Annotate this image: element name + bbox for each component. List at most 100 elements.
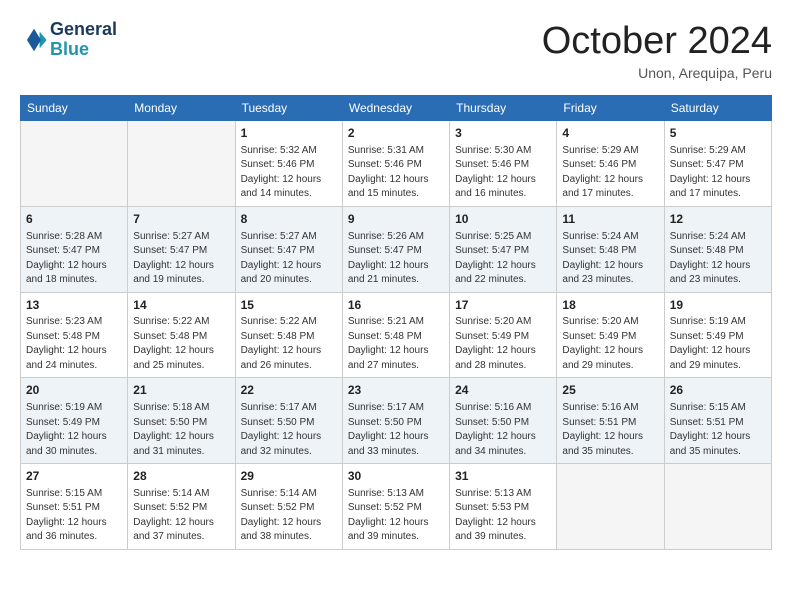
calendar-cell: 16Sunrise: 5:21 AMSunset: 5:48 PMDayligh… <box>342 292 449 378</box>
day-info: Sunrise: 5:26 AMSunset: 5:47 PMDaylight:… <box>348 230 444 288</box>
day-info: Sunrise: 5:28 AMSunset: 5:47 PMDaylight:… <box>26 230 122 288</box>
header-sunday: Sunday <box>21 96 128 121</box>
calendar-cell: 14Sunrise: 5:22 AMSunset: 5:48 PMDayligh… <box>128 292 235 378</box>
day-number: 9 <box>348 211 444 228</box>
day-number: 22 <box>241 382 337 399</box>
calendar-week-row: 13Sunrise: 5:23 AMSunset: 5:48 PMDayligh… <box>21 292 772 378</box>
month-title: October 2024 <box>542 20 772 63</box>
day-number: 17 <box>455 297 551 314</box>
day-number: 16 <box>348 297 444 314</box>
calendar-cell: 7 Sunrise: 5:27 AMSunset: 5:47 PMDaylight… <box>128 206 235 292</box>
calendar-cell: 28 Sunrise: 5:14 AMSunset: 5:52 PMDayligh… <box>128 464 235 550</box>
day-info: Sunrise: 5:20 AMSunset: 5:49 PMDaylight:… <box>455 315 551 373</box>
day-number: 6 <box>26 211 122 228</box>
header-tuesday: Tuesday <box>235 96 342 121</box>
header-monday: Monday <box>128 96 235 121</box>
calendar-cell <box>557 464 664 550</box>
day-number: 20 <box>26 382 122 399</box>
day-number: 5 <box>670 125 766 142</box>
calendar-cell: 18Sunrise: 5:20 AMSunset: 5:49 PMDayligh… <box>557 292 664 378</box>
day-info: Sunrise: 5:24 AMSunset: 5:48 PMDaylight:… <box>670 230 766 288</box>
calendar-cell: 4 Sunrise: 5:29 AMSunset: 5:46 PMDaylight… <box>557 121 664 207</box>
day-info: Sunrise: 5:15 AMSunset: 5:51 PMDaylight:… <box>670 401 766 459</box>
calendar-cell: 27 Sunrise: 5:15 AMSunset: 5:51 PMDayligh… <box>21 464 128 550</box>
day-info: Sunrise: 5:14 AMSunset: 5:52 PMDaylight:… <box>133 487 229 545</box>
day-info: Sunrise: 5:14 AMSunset: 5:52 PMDaylight:… <box>241 487 337 545</box>
day-number: 31 <box>455 468 551 485</box>
calendar-cell: 20 Sunrise: 5:19 AMSunset: 5:49 PMDayligh… <box>21 378 128 464</box>
calendar-cell: 12Sunrise: 5:24 AMSunset: 5:48 PMDayligh… <box>664 206 771 292</box>
calendar-week-row: 6 Sunrise: 5:28 AMSunset: 5:47 PMDaylight… <box>21 206 772 292</box>
day-number: 4 <box>562 125 658 142</box>
day-info: Sunrise: 5:23 AMSunset: 5:48 PMDaylight:… <box>26 315 122 373</box>
day-number: 23 <box>348 382 444 399</box>
day-info: Sunrise: 5:17 AMSunset: 5:50 PMDaylight:… <box>241 401 337 459</box>
logo-blue: Blue <box>50 40 117 60</box>
day-number: 25 <box>562 382 658 399</box>
calendar-cell: 6 Sunrise: 5:28 AMSunset: 5:47 PMDaylight… <box>21 206 128 292</box>
calendar-cell: 8 Sunrise: 5:27 AMSunset: 5:47 PMDaylight… <box>235 206 342 292</box>
calendar-cell: 15Sunrise: 5:22 AMSunset: 5:48 PMDayligh… <box>235 292 342 378</box>
calendar-cell: 22 Sunrise: 5:17 AMSunset: 5:50 PMDayligh… <box>235 378 342 464</box>
logo-general: General <box>50 20 117 40</box>
calendar-page: General Blue October 2024 Unon, Arequipa… <box>0 0 792 560</box>
calendar-header-row: Sunday Monday Tuesday Wednesday Thursday… <box>21 96 772 121</box>
calendar-cell: 10Sunrise: 5:25 AMSunset: 5:47 PMDayligh… <box>450 206 557 292</box>
day-info: Sunrise: 5:20 AMSunset: 5:49 PMDaylight:… <box>562 315 658 373</box>
header: General Blue October 2024 Unon, Arequipa… <box>20 20 772 81</box>
calendar-table: Sunday Monday Tuesday Wednesday Thursday… <box>20 95 772 550</box>
day-number: 18 <box>562 297 658 314</box>
day-number: 8 <box>241 211 337 228</box>
day-info: Sunrise: 5:16 AMSunset: 5:50 PMDaylight:… <box>455 401 551 459</box>
day-number: 10 <box>455 211 551 228</box>
calendar-cell: 26 Sunrise: 5:15 AMSunset: 5:51 PMDayligh… <box>664 378 771 464</box>
day-number: 19 <box>670 297 766 314</box>
day-info: Sunrise: 5:18 AMSunset: 5:50 PMDaylight:… <box>133 401 229 459</box>
calendar-cell: 5 Sunrise: 5:29 AMSunset: 5:47 PMDaylight… <box>664 121 771 207</box>
calendar-cell: 11 Sunrise: 5:24 AMSunset: 5:48 PMDayligh… <box>557 206 664 292</box>
day-number: 13 <box>26 297 122 314</box>
calendar-cell: 21 Sunrise: 5:18 AMSunset: 5:50 PMDayligh… <box>128 378 235 464</box>
day-number: 1 <box>241 125 337 142</box>
day-info: Sunrise: 5:19 AMSunset: 5:49 PMDaylight:… <box>26 401 122 459</box>
day-number: 28 <box>133 468 229 485</box>
day-number: 11 <box>562 211 658 228</box>
calendar-cell: 30Sunrise: 5:13 AMSunset: 5:52 PMDayligh… <box>342 464 449 550</box>
calendar-cell <box>664 464 771 550</box>
day-info: Sunrise: 5:17 AMSunset: 5:50 PMDaylight:… <box>348 401 444 459</box>
day-info: Sunrise: 5:13 AMSunset: 5:53 PMDaylight:… <box>455 487 551 545</box>
calendar-cell: 3Sunrise: 5:30 AMSunset: 5:46 PMDaylight… <box>450 121 557 207</box>
day-info: Sunrise: 5:19 AMSunset: 5:49 PMDaylight:… <box>670 315 766 373</box>
day-info: Sunrise: 5:21 AMSunset: 5:48 PMDaylight:… <box>348 315 444 373</box>
day-number: 30 <box>348 468 444 485</box>
calendar-cell: 9 Sunrise: 5:26 AMSunset: 5:47 PMDaylight… <box>342 206 449 292</box>
day-number: 7 <box>133 211 229 228</box>
day-info: Sunrise: 5:27 AMSunset: 5:47 PMDaylight:… <box>241 230 337 288</box>
day-info: Sunrise: 5:31 AMSunset: 5:46 PMDaylight:… <box>348 144 444 202</box>
day-number: 14 <box>133 297 229 314</box>
title-block: October 2024 Unon, Arequipa, Peru <box>542 20 772 81</box>
day-number: 29 <box>241 468 337 485</box>
header-thursday: Thursday <box>450 96 557 121</box>
day-number: 26 <box>670 382 766 399</box>
calendar-cell: 31 Sunrise: 5:13 AMSunset: 5:53 PMDayligh… <box>450 464 557 550</box>
calendar-cell: 17Sunrise: 5:20 AMSunset: 5:49 PMDayligh… <box>450 292 557 378</box>
calendar-week-row: 1Sunrise: 5:32 AMSunset: 5:46 PMDaylight… <box>21 121 772 207</box>
calendar-cell: 2 Sunrise: 5:31 AMSunset: 5:46 PMDaylight… <box>342 121 449 207</box>
calendar-cell: 29 Sunrise: 5:14 AMSunset: 5:52 PMDayligh… <box>235 464 342 550</box>
logo-icon <box>20 26 48 54</box>
day-info: Sunrise: 5:15 AMSunset: 5:51 PMDaylight:… <box>26 487 122 545</box>
header-friday: Friday <box>557 96 664 121</box>
day-info: Sunrise: 5:29 AMSunset: 5:47 PMDaylight:… <box>670 144 766 202</box>
day-number: 27 <box>26 468 122 485</box>
day-number: 2 <box>348 125 444 142</box>
day-number: 15 <box>241 297 337 314</box>
calendar-cell <box>21 121 128 207</box>
day-info: Sunrise: 5:29 AMSunset: 5:46 PMDaylight:… <box>562 144 658 202</box>
header-saturday: Saturday <box>664 96 771 121</box>
day-number: 21 <box>133 382 229 399</box>
day-info: Sunrise: 5:24 AMSunset: 5:48 PMDaylight:… <box>562 230 658 288</box>
day-info: Sunrise: 5:27 AMSunset: 5:47 PMDaylight:… <box>133 230 229 288</box>
day-info: Sunrise: 5:22 AMSunset: 5:48 PMDaylight:… <box>133 315 229 373</box>
location-subtitle: Unon, Arequipa, Peru <box>542 65 772 81</box>
